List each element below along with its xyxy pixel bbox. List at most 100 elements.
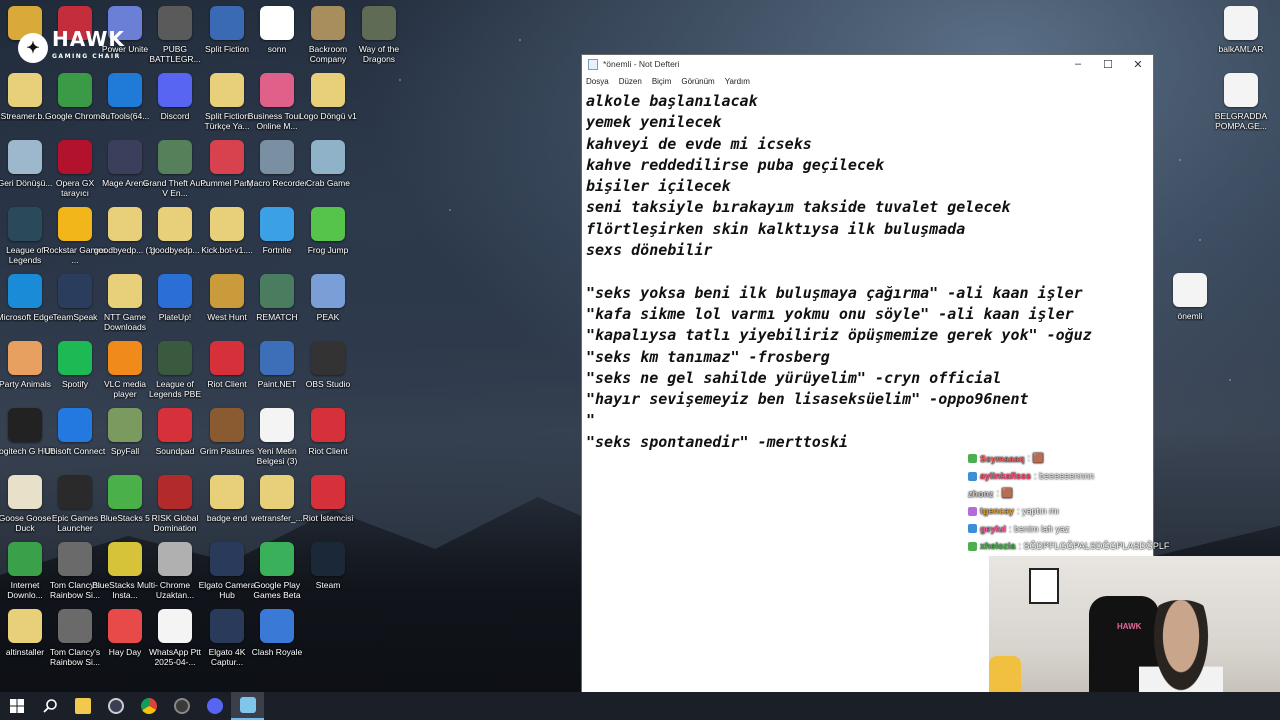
desktop-icon-i50[interactable]: Riot Client	[295, 408, 361, 456]
minimize-button[interactable]: –	[1063, 55, 1093, 73]
notepad-line: yemek yenilecek	[586, 113, 722, 132]
app-icon	[1173, 273, 1207, 307]
taskbar-opera-gx[interactable]	[198, 692, 231, 720]
desktop-icon-label: Riot Client	[308, 446, 348, 456]
app-icon	[108, 207, 142, 241]
taskbar-app[interactable]	[165, 692, 198, 720]
app-icon	[8, 73, 42, 107]
app-icon	[260, 73, 294, 107]
desktop-icon-i43[interactable]: OBS Studio	[295, 341, 361, 389]
app-icon	[8, 475, 42, 509]
app-icon	[108, 408, 142, 442]
app-icon	[158, 475, 192, 509]
desktop-icon-label: balkAMLAR	[1218, 44, 1264, 54]
taskbar-chrome[interactable]	[132, 692, 165, 720]
desktop-icon-i64[interactable]: Steam	[295, 542, 361, 590]
desktop-icon-label: Way of the Dragons	[358, 44, 400, 64]
chat-message: aylinkaflsss: beeeeeennnn	[968, 468, 1218, 486]
app-icon	[210, 140, 244, 174]
notepad-line: kahve reddedilirse puba geçilecek	[586, 155, 885, 174]
app-icon	[58, 609, 92, 643]
app-icon	[311, 408, 345, 442]
start-icon	[9, 699, 24, 713]
desktop-icon-r2[interactable]: BELGRADDA POMPA.GE...	[1208, 73, 1274, 131]
notepad-icon	[239, 697, 256, 713]
notepad-line: "	[586, 411, 596, 430]
notepad-title: *önemli - Not Defteri	[603, 59, 680, 69]
notepad-titlebar[interactable]: *önemli - Not Defteri – ☐ ✕	[582, 55, 1153, 73]
app-icon	[58, 408, 92, 442]
start-button[interactable]	[0, 692, 33, 720]
app-icon	[260, 341, 294, 375]
chat-username: Ssymaaaq	[980, 453, 1025, 464]
app-icon	[260, 609, 294, 643]
desktop-icon-label: PEAK	[316, 312, 340, 322]
app-icon	[311, 73, 345, 107]
chat-username: tgencay	[980, 506, 1015, 517]
notepad-line: alkole başlanılacak	[586, 92, 758, 110]
search-button[interactable]	[33, 692, 66, 720]
desktop-icon-label: önemli	[1177, 311, 1203, 321]
taskbar-notepad[interactable]	[231, 692, 264, 720]
app-icon	[260, 542, 294, 576]
app-icon	[108, 542, 142, 576]
chat-badge-icon	[968, 454, 977, 464]
app-icon	[311, 341, 345, 375]
chat-text: : 🟫	[996, 488, 1013, 499]
menu-yardim[interactable]: Yardım	[725, 77, 750, 86]
taskbar-obs[interactable]	[99, 692, 132, 720]
chat-message: geylul: benim lafı yaz	[968, 520, 1218, 538]
notepad-line: "seks yoksa beni ilk buluşmaya çağırma" …	[586, 283, 1083, 302]
chat-username: aylinkaflsss	[980, 471, 1032, 482]
chat-text: : yaptın mı	[1017, 506, 1060, 517]
app-icon	[58, 73, 92, 107]
app-icon	[8, 609, 42, 643]
app-icon	[108, 73, 142, 107]
desktop-icon-i08[interactable]: Way of the Dragons	[346, 6, 412, 64]
desktop-icon-i36[interactable]: PEAK	[295, 274, 361, 322]
app-icon	[158, 274, 192, 308]
notepad-icon	[588, 58, 598, 70]
chat-overlay: Ssymaaaq: 🟫 aylinkaflsss: beeeeeennnn zhon…	[968, 450, 1218, 555]
app-icon	[311, 542, 345, 576]
app-icon	[210, 542, 244, 576]
app-icon	[108, 341, 142, 375]
desktop-icon-i15[interactable]: Logo Döngü v1	[295, 73, 361, 121]
app-icon	[58, 475, 92, 509]
menu-gorunum[interactable]: Görünüm	[681, 77, 714, 86]
app-icon	[8, 542, 42, 576]
desktop-icon-i29[interactable]: Frog Jump	[295, 207, 361, 255]
desktop-icon-r3[interactable]: önemli	[1157, 273, 1223, 321]
app-icon	[210, 6, 244, 40]
app-icon	[260, 408, 294, 442]
close-button[interactable]: ✕	[1123, 55, 1153, 73]
app-icon	[260, 6, 294, 40]
menu-dosya[interactable]: Dosya	[586, 77, 609, 86]
chat-text: : beeeeeennnn	[1034, 471, 1095, 482]
maximize-button[interactable]: ☐	[1093, 55, 1123, 73]
app-icon	[58, 341, 92, 375]
app-icon	[58, 140, 92, 174]
hawk-wing-icon: ✦	[18, 33, 48, 63]
desktop-icon-i22[interactable]: Crab Game	[295, 140, 361, 188]
desktop-icon-r1[interactable]: balkAMLAR	[1208, 6, 1274, 54]
app-icon	[210, 341, 244, 375]
app-icon	[311, 207, 345, 241]
app-icon	[210, 274, 244, 308]
taskbar-file-explorer[interactable]	[66, 692, 99, 720]
app-icon	[311, 6, 345, 40]
desktop-icon-i57[interactable]: Riot İstemcisi	[295, 475, 361, 523]
search-icon	[42, 699, 57, 713]
app-icon	[210, 475, 244, 509]
chat-badge-icon	[968, 541, 977, 551]
menu-duzen[interactable]: Düzen	[619, 77, 642, 86]
opera-gx-icon	[206, 698, 223, 714]
app-icon	[158, 341, 192, 375]
hawk-logo-sub: GAMING CHAIR	[52, 53, 121, 60]
app-icon	[210, 609, 244, 643]
menu-bicim[interactable]: Biçim	[652, 77, 672, 86]
app-icon	[8, 341, 42, 375]
desktop-icon-i70[interactable]: Clash Royale	[244, 609, 310, 657]
app-icon	[158, 408, 192, 442]
app-icon	[108, 274, 142, 308]
